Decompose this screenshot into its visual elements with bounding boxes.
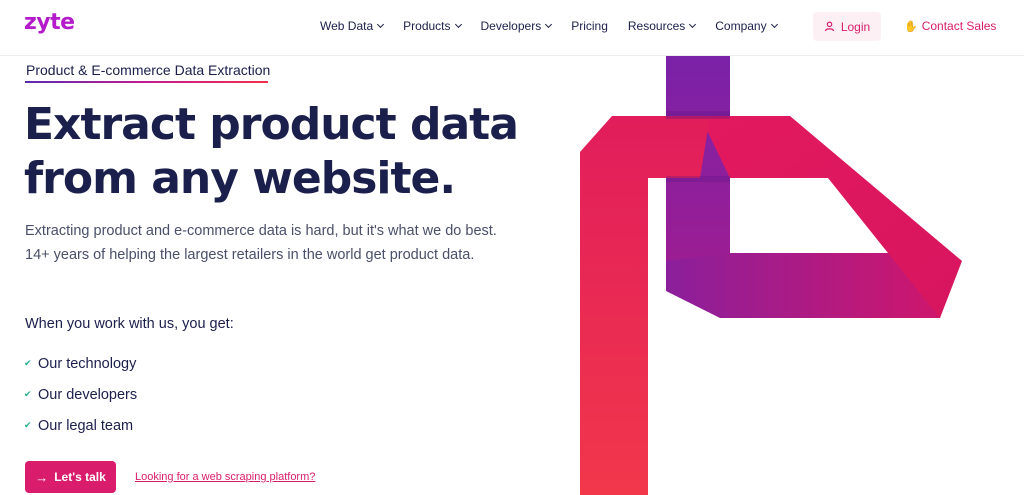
page-title: Extract product data from any website. <box>24 98 544 206</box>
nav-item-label: Developers <box>480 19 542 33</box>
benefits-list: ✔ Our technology ✔ Our developers ✔ Our … <box>24 348 137 441</box>
main-menu: Web Data Products Developers Pricing Res… <box>320 19 797 33</box>
chevron-down-icon <box>770 20 778 29</box>
nav-item-company[interactable]: Company <box>715 19 778 33</box>
list-item: ✔ Our technology <box>24 348 137 379</box>
benefit-label: Our legal team <box>38 417 134 434</box>
nav-item-products[interactable]: Products <box>403 19 462 33</box>
nav-item-pricing[interactable]: Pricing <box>571 19 608 33</box>
check-icon: ✔ <box>24 389 32 399</box>
eyebrow-label: Product & E-commerce Data Extraction <box>26 62 271 78</box>
check-icon: ✔ <box>24 420 32 430</box>
cta-label: Let's talk <box>54 470 106 484</box>
arrow-right-icon: → <box>35 469 49 485</box>
hero-subtitle: Extracting product and e-commerce data i… <box>25 223 497 263</box>
nav-item-label: Resources <box>627 19 686 33</box>
login-label: Login <box>840 19 871 34</box>
title-line-2: from any website. <box>24 153 456 204</box>
title-line-1: Extract product data <box>24 99 519 150</box>
nav-item-label: Web Data <box>320 19 374 33</box>
benefits-heading: When you work with us, you get: <box>25 316 234 332</box>
chevron-down-icon <box>545 20 553 29</box>
nav-item-label: Pricing <box>571 19 608 33</box>
benefit-label: Our technology <box>38 355 137 372</box>
list-item: ✔ Our legal team <box>24 410 137 441</box>
top-navigation: zyte Web Data Products Developers Pricin… <box>0 0 1024 56</box>
user-icon <box>824 21 835 32</box>
eyebrow-underline <box>25 81 268 83</box>
nav-item-developers[interactable]: Developers <box>480 19 553 33</box>
nav-item-resources[interactable]: Resources <box>627 19 697 33</box>
waving-hand-icon: ✋ <box>904 20 918 33</box>
nav-item-label: Company <box>715 19 767 33</box>
nav-item-web-data[interactable]: Web Data <box>320 19 385 33</box>
web-scraping-platform-link[interactable]: Looking for a web scraping platform? <box>135 471 315 483</box>
nav-item-label: Products <box>403 19 451 33</box>
contact-sales-link[interactable]: ✋ Contact Sales <box>904 19 996 33</box>
chevron-down-icon <box>377 20 385 29</box>
chevron-down-icon <box>454 20 462 29</box>
login-button[interactable]: Login <box>813 12 881 41</box>
lets-talk-button[interactable]: → Let's talk <box>25 461 116 493</box>
check-icon: ✔ <box>24 358 32 368</box>
benefit-label: Our developers <box>38 386 138 403</box>
hero-ribbon-graphic <box>580 56 962 495</box>
zyte-logo[interactable]: zyte <box>24 10 75 35</box>
chevron-down-icon <box>689 20 697 29</box>
list-item: ✔ Our developers <box>24 379 137 410</box>
contact-sales-label: Contact Sales <box>921 19 997 33</box>
